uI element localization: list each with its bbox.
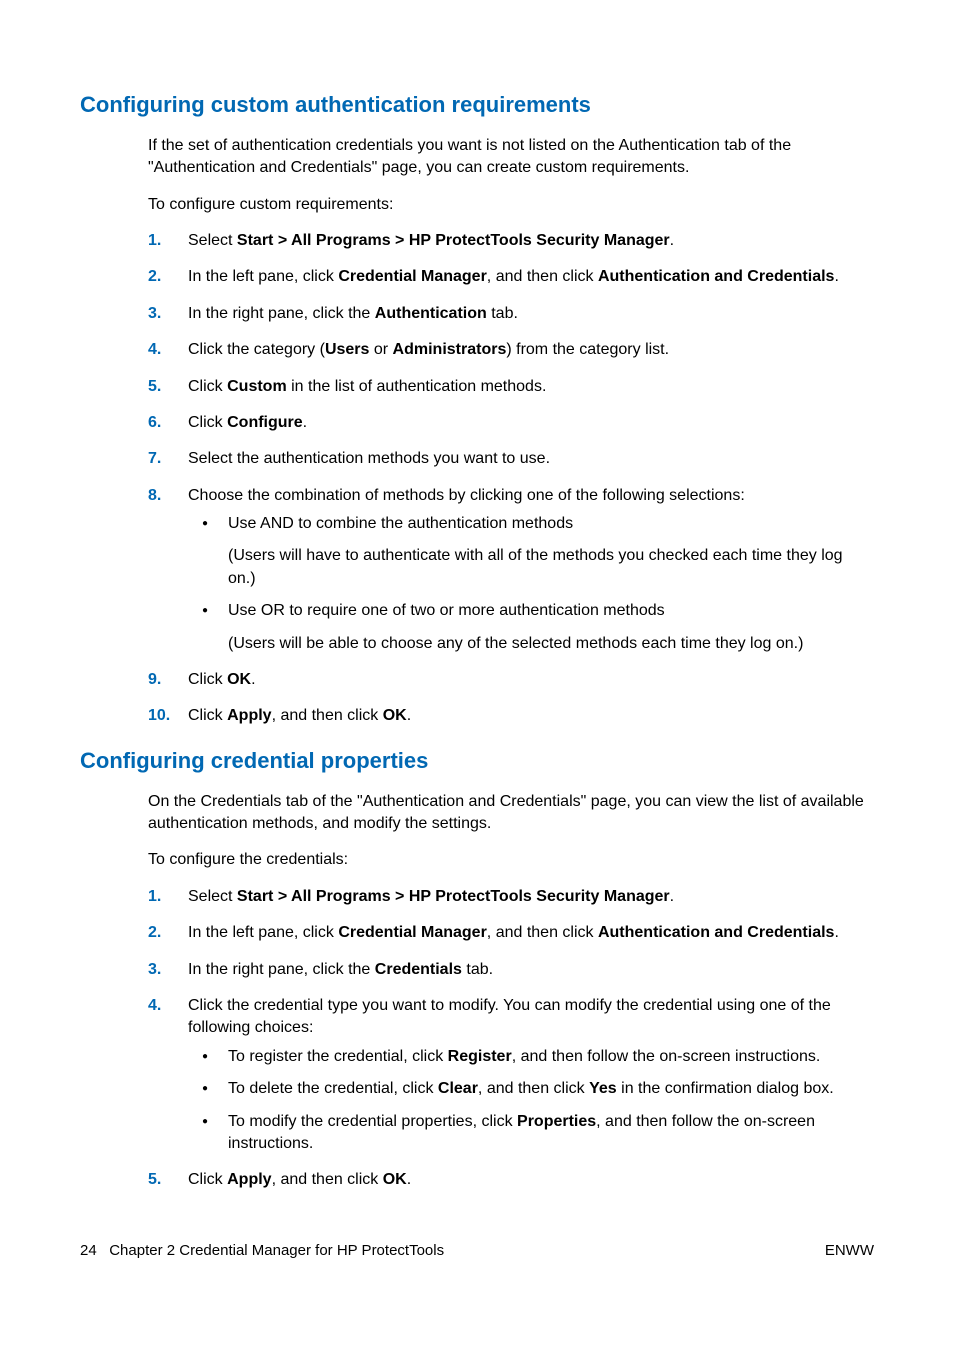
step-text: Click Apply, and then click OK. — [188, 1171, 411, 1188]
bullet-text: Use OR to require one of two or more aut… — [228, 600, 874, 622]
step-item: 9. Click OK. — [148, 669, 874, 691]
section-body: If the set of authentication credentials… — [148, 135, 874, 728]
bullet-item: To delete the credential, click Clear, a… — [188, 1078, 874, 1100]
page-footer: 24 Chapter 2 Credential Manager for HP P… — [80, 1240, 874, 1261]
step-number: 10. — [148, 705, 178, 727]
intro-text: To configure the credentials: — [148, 849, 874, 871]
step-text: Click Custom in the list of authenticati… — [188, 378, 546, 395]
step-text: Click Configure. — [188, 414, 307, 431]
step-number: 3. — [148, 959, 178, 981]
step-number: 1. — [148, 886, 178, 908]
step-number: 2. — [148, 266, 178, 288]
bullet-list: Use AND to combine the authentication me… — [188, 513, 874, 655]
step-number: 4. — [148, 339, 178, 361]
step-text: Click Apply, and then click OK. — [188, 707, 411, 724]
intro-text: To configure custom requirements: — [148, 194, 874, 216]
footer-right: ENWW — [825, 1240, 874, 1261]
step-item: 2. In the left pane, click Credential Ma… — [148, 266, 874, 288]
step-text: Click OK. — [188, 671, 256, 688]
chapter-label: Chapter 2 Credential Manager for HP Prot… — [109, 1242, 444, 1259]
step-text: Select the authentication methods you wa… — [188, 450, 550, 467]
step-number: 9. — [148, 669, 178, 691]
step-item: 4. Click the category (Users or Administ… — [148, 339, 874, 361]
bullet-text: Use AND to combine the authentication me… — [228, 513, 874, 535]
step-number: 2. — [148, 922, 178, 944]
step-text: Click the credential type you want to mo… — [188, 997, 831, 1036]
step-item: 8. Choose the combination of methods by … — [148, 485, 874, 655]
step-item: 5. Click Apply, and then click OK. — [148, 1169, 874, 1191]
bullet-list: To register the credential, click Regist… — [188, 1046, 874, 1156]
step-item: 4. Click the credential type you want to… — [148, 995, 874, 1155]
bullet-note: (Users will be able to choose any of the… — [228, 633, 874, 655]
section-body: On the Credentials tab of the "Authentic… — [148, 791, 874, 1192]
step-item: 3. In the right pane, click the Credenti… — [148, 959, 874, 981]
bullet-item: Use OR to require one of two or more aut… — [188, 600, 874, 655]
footer-left: 24 Chapter 2 Credential Manager for HP P… — [80, 1240, 444, 1261]
step-text: Choose the combination of methods by cli… — [188, 487, 745, 504]
step-text: In the left pane, click Credential Manag… — [188, 268, 839, 285]
step-number: 8. — [148, 485, 178, 507]
step-item: 1. Select Start > All Programs > HP Prot… — [148, 230, 874, 252]
bullet-item: To modify the credential properties, cli… — [188, 1111, 874, 1156]
ordered-steps: 1. Select Start > All Programs > HP Prot… — [148, 886, 874, 1192]
step-number: 3. — [148, 303, 178, 325]
step-text: Select Start > All Programs > HP Protect… — [188, 232, 674, 249]
section-heading: Configuring custom authentication requir… — [80, 90, 874, 121]
intro-text: If the set of authentication credentials… — [148, 135, 874, 180]
step-item: 2. In the left pane, click Credential Ma… — [148, 922, 874, 944]
step-item: 10. Click Apply, and then click OK. — [148, 705, 874, 727]
step-text: Click the category (Users or Administrat… — [188, 341, 669, 358]
step-text: In the right pane, click the Credentials… — [188, 961, 493, 978]
step-item: 1. Select Start > All Programs > HP Prot… — [148, 886, 874, 908]
page-number: 24 — [80, 1242, 97, 1259]
step-number: 6. — [148, 412, 178, 434]
step-number: 5. — [148, 376, 178, 398]
section-heading: Configuring credential properties — [80, 746, 874, 777]
step-number: 4. — [148, 995, 178, 1017]
step-item: 5. Click Custom in the list of authentic… — [148, 376, 874, 398]
step-text: Select Start > All Programs > HP Protect… — [188, 888, 674, 905]
step-text: In the left pane, click Credential Manag… — [188, 924, 839, 941]
step-item: 3. In the right pane, click the Authenti… — [148, 303, 874, 325]
bullet-item: Use AND to combine the authentication me… — [188, 513, 874, 590]
step-number: 1. — [148, 230, 178, 252]
ordered-steps: 1. Select Start > All Programs > HP Prot… — [148, 230, 874, 728]
step-text: In the right pane, click the Authenticat… — [188, 305, 518, 322]
step-item: 7. Select the authentication methods you… — [148, 448, 874, 470]
bullet-item: To register the credential, click Regist… — [188, 1046, 874, 1068]
step-item: 6. Click Configure. — [148, 412, 874, 434]
intro-text: On the Credentials tab of the "Authentic… — [148, 791, 874, 836]
step-number: 5. — [148, 1169, 178, 1191]
bullet-note: (Users will have to authenticate with al… — [228, 545, 874, 590]
step-number: 7. — [148, 448, 178, 470]
